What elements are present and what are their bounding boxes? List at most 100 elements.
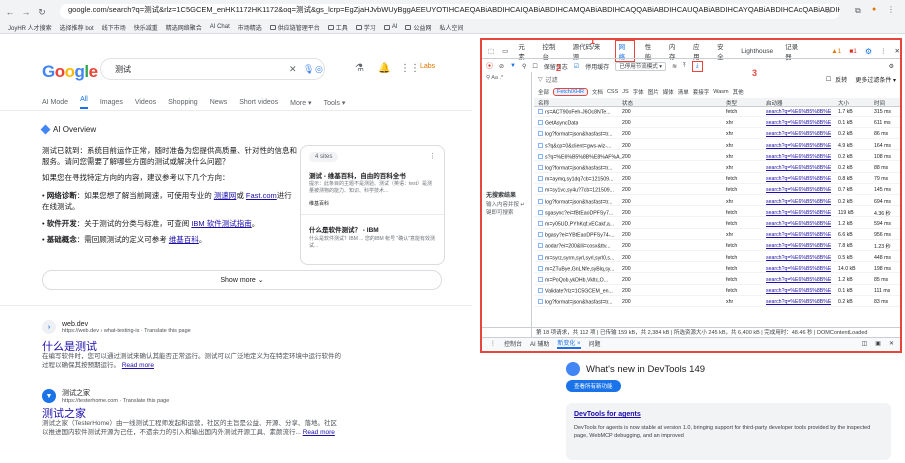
see-all-features-button[interactable]: 查看所有新功能: [566, 380, 621, 392]
cell-initiator[interactable]: search?q=%E6%B5%8B%E: [766, 120, 831, 126]
invert-checkbox[interactable]: ☐: [826, 76, 831, 83]
drawer-tab-ai[interactable]: AI 辅助: [530, 339, 549, 348]
search-input[interactable]: 测试: [115, 64, 131, 75]
cell-initiator[interactable]: search?q=%E6%B5%8B%E: [766, 131, 831, 137]
bookmark-item[interactable]: 选择推荐 bot: [60, 23, 94, 32]
menu-icon[interactable]: ⋮: [887, 5, 895, 14]
preserve-log-checkbox[interactable]: ☐: [532, 63, 537, 70]
table-row[interactable]: m=ZTuBye,GnLNfe,syBlq,sy... 200 fetch searc…: [534, 265, 900, 274]
result-source[interactable]: ▼ 测试之家 https://testerhome.com · Translat…: [42, 388, 169, 404]
read-more-link[interactable]: Read more: [122, 362, 154, 369]
network-settings-icon[interactable]: ⚙: [889, 63, 894, 70]
type-manifest[interactable]: 清单: [678, 88, 689, 96]
tab-images[interactable]: Images: [100, 99, 123, 106]
table-row[interactable]: m=aymq,sy1dq7cb=121509... 200 fetch search?…: [534, 175, 900, 184]
filter-input[interactable]: 过滤: [546, 75, 558, 84]
forward-icon[interactable]: →: [20, 6, 32, 18]
search-pane-toolbar[interactable]: ⚲ Aa .*: [482, 72, 531, 84]
cell-initiator[interactable]: search?q=%E6%B5%8B%E: [766, 154, 831, 160]
extensions-icon[interactable]: ⧉: [855, 6, 861, 16]
clear-log-icon[interactable]: ⊘: [499, 63, 504, 70]
type-js[interactable]: JS: [622, 89, 628, 95]
type-font[interactable]: 字体: [633, 88, 644, 96]
type-all[interactable]: 全部: [538, 88, 549, 96]
settings-icon[interactable]: ⚙: [865, 47, 872, 56]
column-header[interactable]: 启动器: [766, 99, 783, 107]
inspect-icon[interactable]: ⬚: [488, 47, 494, 55]
tab-lighthouse[interactable]: Lighthouse: [739, 47, 775, 56]
bookmark-item[interactable]: 线下市场: [102, 23, 126, 32]
cell-initiator[interactable]: search?q=%E6%B5%8B%E: [766, 187, 831, 193]
labs-icon[interactable]: ⚗: [355, 63, 364, 74]
disable-cache-checkbox[interactable]: ☑: [574, 63, 579, 70]
type-wasm[interactable]: Wasm: [713, 89, 728, 95]
bookmark-folder[interactable]: 工具: [327, 23, 348, 32]
cell-initiator[interactable]: search?q=%E6%B5%8B%E: [766, 277, 831, 283]
cell-initiator[interactable]: search?q=%E6%B5%8B%E: [766, 109, 831, 115]
table-row[interactable]: m=PoQob,ykDHb,Vkltc,O... 200 fetch search?q…: [534, 276, 900, 285]
cell-initiator[interactable]: search?q=%E6%B5%8B%E: [766, 288, 831, 294]
table-row[interactable]: Validate?rlz=1C5GCEM_en... 200 fetch search…: [534, 287, 900, 296]
feature-title-link[interactable]: DevTools for agents: [574, 411, 883, 418]
table-row[interactable]: GetAsyncData 200 xhr search?q=%E6%B5%8B%E 0.…: [534, 119, 900, 128]
type-other[interactable]: 其他: [733, 88, 744, 96]
mic-icon[interactable]: 🎙: [303, 64, 314, 75]
tab-more[interactable]: More ▾: [290, 99, 311, 107]
type-css[interactable]: CSS: [607, 89, 618, 95]
throttle-select[interactable]: 已停用节流模式 ▾: [615, 61, 666, 71]
profile-icon[interactable]: ●: [872, 6, 876, 13]
more-icon[interactable]: ⋮: [880, 47, 887, 55]
cell-initiator[interactable]: search?q=%E6%B5%8B%E: [766, 221, 831, 227]
column-header[interactable]: 状态: [622, 99, 633, 107]
warning-badge[interactable]: ■1: [849, 48, 857, 55]
bookmark-item[interactable]: AI Chat: [210, 24, 230, 30]
more-icon[interactable]: ⋮: [429, 152, 436, 160]
cell-initiator[interactable]: search?q=%E6%B5%8B%E: [766, 255, 831, 261]
lens-icon[interactable]: ◎: [315, 64, 323, 75]
source-title[interactable]: 测试 - 维基百科，自由的百科全书: [309, 170, 437, 180]
type-fetch-xhr[interactable]: Fetch/XHR: [553, 87, 588, 96]
drawer-tab-whats-new[interactable]: 新变化 ×: [557, 338, 581, 349]
bookmark-item[interactable]: JoyHR 人才搜索: [8, 23, 52, 32]
table-row[interactable]: aodar?ei=200&lli=cosx&ttv... 200 fetch sear…: [534, 242, 900, 251]
table-row[interactable]: bgasy?ei=YBtEaoDPFSy74-... 200 xhr search?q…: [534, 231, 900, 240]
close-drawer-icon[interactable]: ✕: [889, 340, 894, 347]
clear-icon[interactable]: ✕: [289, 64, 297, 75]
ibm-link[interactable]: IBM 软件测试指南: [191, 219, 251, 228]
type-media[interactable]: 媒体: [663, 88, 674, 96]
table-row[interactable]: log?format=json&hasfast=tr... 200 xhr searc…: [534, 164, 900, 173]
drawer-tab-console[interactable]: 控制台: [504, 339, 522, 348]
dock-icon[interactable]: ◫: [862, 340, 868, 347]
import-har-icon[interactable]: ⤓: [691, 60, 703, 72]
bookmark-item[interactable]: 快乐减重: [134, 23, 158, 32]
type-socket[interactable]: 套接字: [693, 88, 710, 96]
table-row[interactable]: m=y05UD,PYhKqf,vECakf,a... 200 fetch search…: [534, 220, 900, 229]
device-icon[interactable]: ▭: [502, 47, 508, 55]
cell-initiator[interactable]: search?q=%E6%B5%8B%E: [766, 176, 831, 182]
bookmark-folder[interactable]: 公益网: [405, 23, 432, 32]
export-icon[interactable]: ⤒: [683, 63, 686, 70]
table-row[interactable]: sgasync?ei=fBtEaoDPFSy7... 200 fetch search…: [534, 209, 900, 218]
cell-initiator[interactable]: search?q=%E6%B5%8B%E: [766, 165, 831, 171]
cell-initiator[interactable]: search?q=%E6%B5%8B%E: [766, 299, 831, 305]
cell-initiator[interactable]: search?q=%E6%B5%8B%E: [766, 232, 831, 238]
bookmark-item[interactable]: 市场精选: [238, 23, 262, 32]
tab-videos[interactable]: Videos: [135, 99, 156, 106]
tab-all[interactable]: All: [80, 96, 88, 109]
search-box[interactable]: 测试 ✕ 🎙 ◎: [100, 58, 325, 80]
table-row[interactable]: s?q&cp=0&client=gws-wiz-... 200 xhr search?…: [534, 142, 900, 151]
fast-com-link[interactable]: Fast.com: [246, 191, 277, 200]
search-icon[interactable]: ⚲: [522, 63, 526, 70]
tab-short-videos[interactable]: Short videos: [239, 99, 278, 106]
speedtest-link[interactable]: 测速网: [214, 191, 237, 200]
bookmark-folder[interactable]: 供应链管理平台: [269, 23, 320, 32]
column-header[interactable]: 类型: [726, 99, 737, 107]
cell-initiator[interactable]: search?q=%E6%B5%8B%E: [766, 143, 831, 149]
bell-icon[interactable]: 🔔: [378, 63, 390, 74]
record-icon[interactable]: ⦿: [486, 61, 493, 71]
table-row[interactable]: m=sy1vc,sy4u?7cb=121509... 200 fetch search…: [534, 186, 900, 195]
tab-ai-mode[interactable]: AI Mode: [42, 99, 68, 106]
read-more-link[interactable]: Read more: [303, 429, 335, 436]
table-row[interactable]: log?format=json&hasfast=tr... 200 xhr searc…: [534, 298, 900, 307]
apps-icon[interactable]: ⋮⋮: [400, 63, 420, 74]
